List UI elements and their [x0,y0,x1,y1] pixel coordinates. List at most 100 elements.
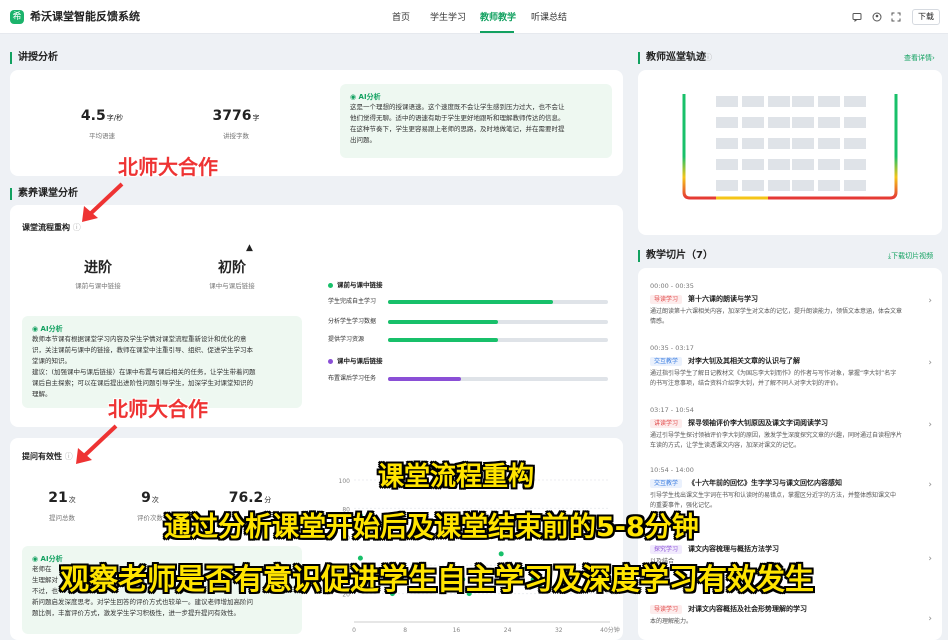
ai-head-label: AI分析 [40,325,63,333]
flow-card: 课堂流程重构 ⓘ 进阶 课前与课中链接 初阶 课中与课后链接 课前与课中链接 学… [10,205,623,427]
progress-bar-fill [388,377,461,381]
desk [716,138,738,149]
ai-icon: ◉ [32,325,41,333]
fullscreen-icon[interactable] [891,12,901,22]
view-details-link[interactable]: 查看详情› [904,53,935,63]
progress-bar [388,300,608,304]
clip-item[interactable]: 00:00 - 00:35 导读学习 第十六课的朗读与学习通过朗读第十六课相关内容，… [650,282,936,327]
desk [768,180,790,191]
chevron-right-icon[interactable]: › [928,420,932,430]
desk [818,117,840,128]
nav-teacher-teaching[interactable]: 教师教学 [480,12,516,24]
progress-bar-fill [388,300,553,304]
app-title: 希沃课堂智能反馈系统 [30,10,140,23]
desk [818,96,840,107]
clip-item[interactable]: 导读学习 对课文内容概括及社会形势理解的学习 本的理解能力。 › [650,600,936,627]
clip-title: 第十六课的朗读与学习 [688,295,759,303]
desk [818,159,840,170]
lecture-ai-analysis: ◉ AI分析 这是一个理想的授课语速。这个速度既不会让学生感到压力过大，也不会让… [340,84,612,158]
clip-desc: 通过引导学生探讨领袖评价李大钊的原因，激发学生深度探究文章的兴趣，同时通过自读程… [650,432,903,439]
desk [792,180,814,191]
clip-desc: 的书写注意事项，结合资料介绍李大钊，并了解不同人对李大钊的评价。 [650,380,843,387]
desk [768,138,790,149]
lecture-card: 4.5字/秒 平均语速 3776字 讲授字数 ◉ AI分析 这是一个理想的授课语… [10,70,623,176]
desk [768,117,790,128]
clip-item[interactable]: 10:54 - 14:00 交互教学 《十六年前的回忆》生字学习与课文回忆内容感知引… [650,466,936,511]
ai-icon: ◉ [32,555,41,563]
chevron-right-icon[interactable]: › [928,614,932,624]
annotation-label-2: 北师大合作 [108,397,208,421]
patrol-path-left [682,94,716,200]
patrol-path-right [864,94,898,200]
scatter-point [498,551,504,557]
chevron-right-icon[interactable]: › [928,554,932,564]
progress-bar-fill [388,338,498,342]
info-icon[interactable]: ⓘ [704,52,712,64]
download-clips-label: 下载切片视频 [891,252,934,260]
classroom-map [682,94,898,200]
flow-title-text: 课堂流程重构 [22,223,70,232]
desk [792,117,814,128]
clip-desc: 情感。 [650,318,669,325]
chevron-right-icon[interactable]: › [928,358,932,368]
x-tick-label: 40分钟 [600,626,620,634]
ai-badge: ◉ AI分析 [32,324,292,334]
clip-desc: 引导学生找出课文生字词在书写和认读时的易错点，掌握区分近字的方法，并整体感知课文… [650,492,897,499]
clip-time: 03:17 - 10:54 [650,406,694,414]
ai-text-line: 题比例，丰富评价方式，激发学生学习积极性，进一步提升提问有效性。 [32,609,240,617]
nav-active-indicator [480,31,514,33]
bar-label: 布置课后学习任务 [328,375,377,382]
question-total-value: 21 [48,490,68,506]
clip-title: 探寻领袖评价李大钊原因及课文字词阅读学习 [688,419,829,427]
ai-text-line: 建议：(加强课中与课后链接）在课中布置与课后相关的任务，让学生带着问题 [32,368,256,376]
ai-badge: ◉ AI分析 [350,92,602,102]
clip-desc: 的重要事件，强化记忆。 [650,502,717,509]
clip-desc: 本的理解能力。 [650,618,693,625]
message-icon[interactable] [852,12,862,22]
clip-time: 00:35 - 03:17 [650,344,694,352]
desk [742,96,764,107]
chevron-right-icon[interactable]: › [928,480,932,490]
clip-time: 00:00 - 00:35 [650,282,694,290]
nav-observation-summary[interactable]: 听课总结 [531,12,567,24]
desk [792,96,814,107]
clip-tag: 导读学习 [650,295,683,304]
speech-speed-stat: 4.5字/秒 平均语速 [62,108,142,140]
ai-text-line: 这是一个理想的授课语速。这个速度既不会让学生感到压力过大，也不会让 [350,103,565,111]
nav-student-learning[interactable]: 学生学习 [430,12,466,24]
desk [716,117,738,128]
bar-label: 学生完成自主学习 [328,298,377,305]
speech-speed-value: 4.5 [80,108,106,124]
info-icon[interactable]: ⓘ [73,223,81,232]
x-tick-label: 24 [504,627,512,634]
section-title-track: 教师巡堂轨迹 [638,52,706,64]
word-count-label: 讲授字数 [223,132,249,140]
section-title-literacy: 素养课堂分析 [10,188,78,200]
legend-pre-in-class: 课前与课中链接 [328,281,383,289]
ai-icon: ◉ [350,93,359,101]
download-clips-link[interactable]: ⤓下载切片视频 [888,251,933,261]
legend-dot-pre-in-class [328,282,333,288]
ai-text-line: 在这种节奏下，学生更容易跟上老师的思路，及时地做笔记，并在需要时提 [350,125,565,133]
clip-desc: 通过朗读第十六课相关内容，加深学生对文本的记忆，提升朗读能力，领悟文本意涵，体会… [650,308,903,315]
question-score-unit: 分 [264,496,272,504]
x-tick-label: 0 [352,627,356,634]
question-title: 提问有效性 ⓘ [22,452,73,462]
question-scatter-chart: 204060801000 8 16 24 32 40分钟 [339,478,620,634]
annotation-label-1: 北师大合作 [118,155,218,179]
nav-home[interactable]: 首页 [392,12,410,24]
caption-line-2: 通过分析课堂开始后及课堂结束前的5-8分钟 [164,512,699,543]
progress-bar-fill [388,320,498,324]
clip-title: 对李大钊及其相关文章的认识与了解 [688,357,801,365]
annotation-arrow-2 [76,424,118,464]
desk [844,117,866,128]
chevron-right-icon[interactable]: › [928,296,932,306]
clip-item[interactable]: 00:35 - 03:17 交互教学 对李大钊及其相关文章的认识与了解 通过指引导学生… [650,344,936,389]
desk [844,159,866,170]
clip-item[interactable]: 03:17 - 10:54 讲读学习 探寻领袖评价李大钊原因及课文字词阅读学习 通过引… [650,406,936,451]
legend-label-pre-in-class: 课前与课中链接 [337,281,383,289]
account-icon[interactable] [872,12,882,22]
x-tick-label: 16 [453,627,461,634]
speech-speed-unit: 字/秒 [106,114,124,122]
download-button[interactable]: 下载 [912,9,940,25]
